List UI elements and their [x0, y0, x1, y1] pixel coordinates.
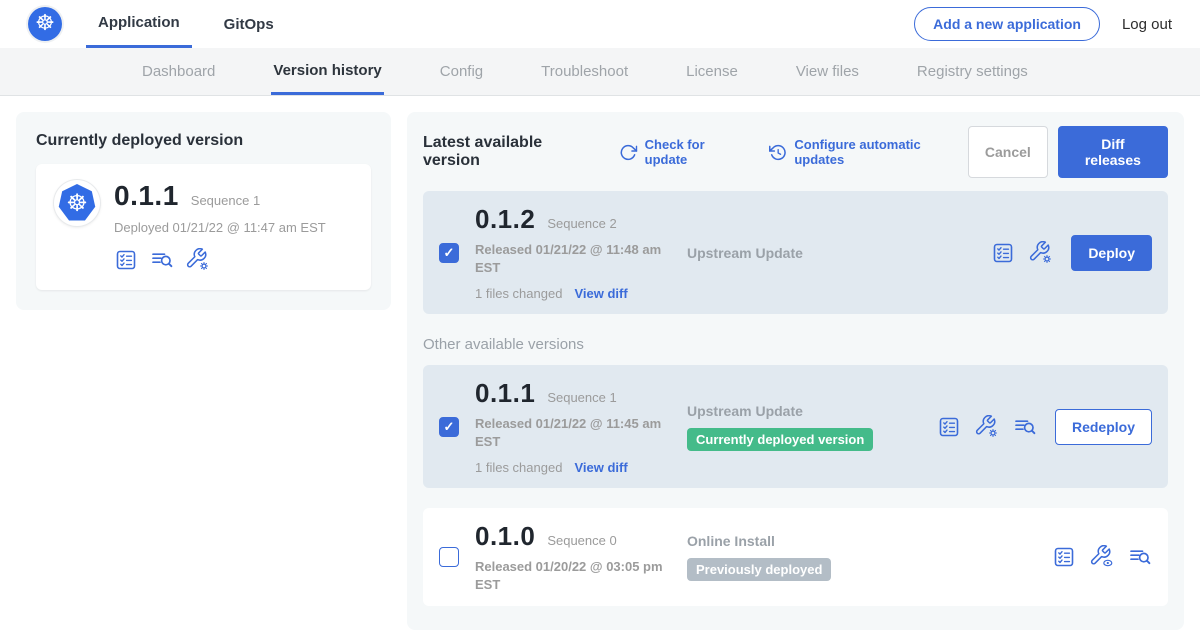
- preflight-checks-icon[interactable]: [114, 248, 138, 272]
- topbar-spacer: [306, 0, 914, 48]
- released-timestamp: Released 01/21/22 @ 11:45 am EST: [475, 415, 671, 450]
- kubernetes-wheel-icon: [66, 191, 88, 215]
- version-actions: [1052, 545, 1152, 569]
- version-checkbox[interactable]: [439, 417, 459, 437]
- kubernetes-heptagon: [58, 184, 96, 222]
- top-nav-bar: Application GitOps Add a new application…: [0, 0, 1200, 48]
- latest-version-header: Latest available version Check for updat…: [423, 126, 1168, 178]
- currently-deployed-badge: Currently deployed version: [687, 428, 873, 451]
- other-available-versions-title: Other available versions: [423, 336, 1168, 353]
- currently-deployed-title: Currently deployed version: [36, 132, 371, 150]
- version-source: Online Install Previously deployed: [687, 533, 937, 581]
- version-info: 0.1.1 Sequence 1 Released 01/21/22 @ 11:…: [475, 378, 687, 475]
- tab-gitops[interactable]: GitOps: [212, 0, 286, 48]
- add-new-application-button[interactable]: Add a new application: [914, 7, 1100, 41]
- latest-version-title: Latest available version: [423, 134, 597, 170]
- version-source: Upstream Update: [687, 245, 937, 261]
- redeploy-button[interactable]: Redeploy: [1055, 409, 1152, 445]
- cancel-button[interactable]: Cancel: [968, 126, 1048, 178]
- deployed-sequence-label: Sequence 1: [191, 193, 260, 208]
- available-versions-panel: Latest available version Check for updat…: [407, 112, 1184, 630]
- version-actions: Redeploy: [937, 409, 1152, 445]
- app-logo: [54, 180, 100, 226]
- version-checkbox[interactable]: [439, 243, 459, 263]
- main-content: Currently deployed version 0.1.1 Sequenc…: [0, 96, 1200, 634]
- subnav-troubleshoot[interactable]: Troubleshoot: [539, 48, 630, 95]
- released-timestamp: Released 01/21/22 @ 11:48 am EST: [475, 241, 671, 276]
- released-timestamp: Released 01/20/22 @ 03:05 pm EST: [475, 558, 671, 593]
- subnav-license[interactable]: License: [684, 48, 740, 95]
- version-row-0-1-0: 0.1.0 Sequence 0 Released 01/20/22 @ 03:…: [423, 508, 1168, 606]
- config-view-icon[interactable]: [1090, 545, 1114, 569]
- subnav-dashboard[interactable]: Dashboard: [140, 48, 217, 95]
- config-gear-icon[interactable]: [975, 415, 999, 439]
- source-label: Upstream Update: [687, 245, 937, 261]
- version-checkbox[interactable]: [439, 547, 459, 567]
- sequence-label: Sequence 0: [547, 533, 616, 548]
- version-label: 0.1.1: [475, 378, 535, 409]
- configure-updates-label: Configure automatic updates: [794, 137, 968, 167]
- previously-deployed-badge: Previously deployed: [687, 558, 831, 581]
- sequence-label: Sequence 2: [547, 216, 616, 231]
- preflight-checks-icon[interactable]: [937, 415, 961, 439]
- configure-automatic-updates-link[interactable]: Configure automatic updates: [769, 137, 968, 167]
- deploy-logs-icon[interactable]: [1128, 545, 1152, 569]
- deploy-logs-icon[interactable]: [150, 248, 174, 272]
- version-history-page: Application GitOps Add a new application…: [0, 0, 1200, 634]
- deployed-version-info: 0.1.1 Sequence 1 Deployed 01/21/22 @ 11:…: [114, 180, 326, 272]
- version-row-0-1-2: 0.1.2 Sequence 2 Released 01/21/22 @ 11:…: [423, 191, 1168, 314]
- diff-releases-button[interactable]: Diff releases: [1058, 126, 1168, 178]
- source-label: Upstream Update: [687, 403, 937, 419]
- config-gear-icon[interactable]: [186, 248, 210, 272]
- app-sub-nav: Dashboard Version history Config Trouble…: [0, 48, 1200, 96]
- refresh-icon: [619, 143, 637, 162]
- view-diff-link[interactable]: View diff: [574, 460, 627, 475]
- version-info: 0.1.0 Sequence 0 Released 01/20/22 @ 03:…: [475, 521, 687, 593]
- tab-application[interactable]: Application: [86, 0, 192, 48]
- version-source: Upstream Update Currently deployed versi…: [687, 403, 937, 451]
- files-changed-label: 1 files changed: [475, 286, 562, 301]
- version-info: 0.1.2 Sequence 2 Released 01/21/22 @ 11:…: [475, 204, 687, 301]
- check-for-update-link[interactable]: Check for update: [619, 137, 747, 167]
- subnav-config[interactable]: Config: [438, 48, 485, 95]
- check-for-update-label: Check for update: [645, 137, 747, 167]
- subnav-view-files[interactable]: View files: [794, 48, 861, 95]
- subnav-registry-settings[interactable]: Registry settings: [915, 48, 1030, 95]
- currently-deployed-panel: Currently deployed version 0.1.1 Sequenc…: [16, 112, 391, 310]
- config-gear-icon[interactable]: [1029, 241, 1053, 265]
- logout-link[interactable]: Log out: [1122, 16, 1172, 33]
- view-diff-link[interactable]: View diff: [574, 286, 627, 301]
- preflight-checks-icon[interactable]: [991, 241, 1015, 265]
- version-row-0-1-1: 0.1.1 Sequence 1 Released 01/21/22 @ 11:…: [423, 365, 1168, 488]
- deployed-version-label: 0.1.1: [114, 180, 179, 212]
- version-label: 0.1.0: [475, 521, 535, 552]
- deployed-version-card: 0.1.1 Sequence 1 Deployed 01/21/22 @ 11:…: [36, 164, 371, 290]
- deploy-logs-icon[interactable]: [1013, 415, 1037, 439]
- sequence-label: Sequence 1: [547, 390, 616, 405]
- subnav-version-history[interactable]: Version history: [271, 48, 383, 95]
- deploy-button[interactable]: Deploy: [1071, 235, 1152, 271]
- deployed-timestamp: Deployed 01/21/22 @ 11:47 am EST: [114, 220, 326, 235]
- version-label: 0.1.2: [475, 204, 535, 235]
- clock-arrow-icon: [769, 143, 787, 162]
- preflight-checks-icon[interactable]: [1052, 545, 1076, 569]
- source-label: Online Install: [687, 533, 937, 549]
- version-actions: Deploy: [991, 235, 1152, 271]
- files-changed-label: 1 files changed: [475, 460, 562, 475]
- kubernetes-logo: [28, 7, 62, 41]
- kubernetes-wheel-icon: [35, 13, 55, 35]
